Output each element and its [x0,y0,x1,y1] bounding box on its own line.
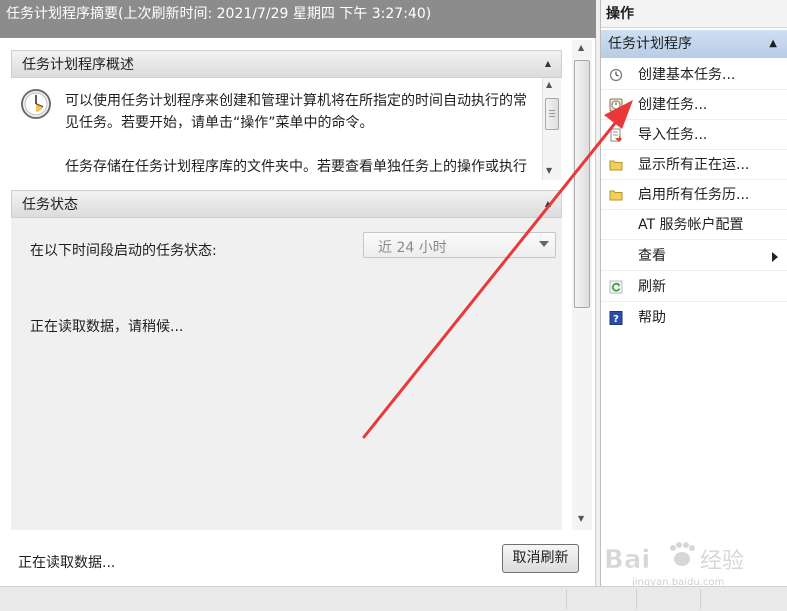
svg-text:?: ? [613,314,619,325]
folder-icon [609,160,623,171]
action-create-basic-task[interactable]: 创建基本任务... [601,60,787,90]
summary-header: 任务计划程序摘要(上次刷新时间: 2021/7/29 星期四 下午 3:27:4… [0,0,596,38]
action-label: 显示所有正在运... [638,157,750,173]
overview-paragraph: 可以使用任务计划程序来创建和管理计算机将在所指定的时间自动执行的常见任务。若要开… [65,93,527,131]
main-scrollbar[interactable]: ▲ ▼ [572,40,592,530]
overview-scrollbar[interactable]: ▲ ▼ [542,78,561,180]
actions-title: 操作 [601,0,787,28]
action-label: 创建任务... [638,97,708,113]
overview-text: 可以使用任务计划程序来创建和管理计算机将在所指定的时间自动执行的常见任务。若要开… [65,90,527,180]
action-enable-history[interactable]: 启用所有任务历... [601,180,787,210]
action-show-running[interactable]: 显示所有正在运... [601,150,787,180]
period-value: 近 24 小时 [378,240,447,256]
status-section-title: 任务状态 [22,197,78,213]
status-section-header[interactable]: 任务状态 ▲ [11,190,562,218]
status-section: 任务状态 ▲ 在以下时间段启动的任务状态: 近 24 小时 正在读取数据，请稍候… [11,190,562,530]
action-create-task[interactable]: 创建任务... [601,90,787,120]
create-basic-task-icon [609,68,623,82]
cancel-refresh-button[interactable]: 取消刷新 [502,544,579,573]
scroll-up-icon[interactable]: ▲ [578,43,584,52]
create-task-icon [609,98,623,112]
action-view[interactable]: 查看 [601,241,787,271]
watermark-brand-suffix: 经验 [700,549,744,574]
actions-pane: 操作 任务计划程序 ▲ 创建基本任务... 创建任务... 导入任务... 显示… [600,0,787,586]
action-label: AT 服务帐户配置 [638,217,744,233]
scroll-thumb[interactable] [574,60,590,308]
scroll-down-icon[interactable]: ▼ [578,514,584,523]
collapse-icon[interactable]: ▲ [541,51,555,77]
collapse-icon[interactable]: ▲ [769,30,777,58]
overview-body: 可以使用任务计划程序来创建和管理计算机将在所指定的时间自动执行的常见任务。若要开… [11,78,562,180]
action-label: 导入任务... [638,127,708,143]
scroll-thumb[interactable] [545,98,559,130]
watermark-brand: Bai [604,545,650,575]
scroll-down-icon[interactable]: ▼ [546,166,552,175]
scroll-up-icon[interactable]: ▲ [546,80,552,89]
actions-group-header[interactable]: 任务计划程序 ▲ [601,30,787,58]
period-select[interactable]: 近 24 小时 [363,232,556,258]
action-at-service-account[interactable]: AT 服务帐户配置 [601,210,787,240]
overview-section: 任务计划程序概述 ▲ 可以使用任务计划程序来创建和管理计算机将在所指定的时间自动… [11,50,562,180]
loading-text: 正在读取数据，请稍候... [30,319,184,335]
help-icon: ? [609,311,623,325]
folder-icon [609,190,623,201]
refresh-icon [609,280,623,294]
period-label: 在以下时间段启动的任务状态: [30,243,217,259]
action-label: 刷新 [638,279,666,295]
clock-icon [21,89,51,119]
action-import-task[interactable]: 导入任务... [601,120,787,150]
action-refresh[interactable]: 刷新 [601,272,787,302]
action-label: 启用所有任务历... [638,187,750,203]
action-label: 查看 [638,248,666,264]
import-task-icon [610,128,622,142]
overview-paragraph: 任务存储在任务计划程序库的文件夹中。若要查看单独任务上的操作或执行该操作，请在任… [65,159,527,175]
overview-section-title: 任务计划程序概述 [22,57,134,73]
chevron-right-icon [772,252,778,262]
action-label: 创建基本任务... [638,67,736,83]
collapse-icon[interactable]: ▲ [541,191,555,217]
chevron-down-icon [539,241,549,247]
action-help[interactable]: ? 帮助 [601,303,787,333]
window-status-bar [0,586,787,611]
summary-title: 任务计划程序摘要(上次刷新时间: 2021/7/29 星期四 下午 3:27:4… [6,6,432,22]
action-label: 帮助 [638,310,666,326]
overview-section-header[interactable]: 任务计划程序概述 ▲ [11,50,562,78]
actions-group-label: 任务计划程序 [608,36,692,52]
baidu-watermark-icon: Bai 经验 jingyan.baidu.com [604,542,744,588]
footer-status: 正在读取数据... [18,555,116,571]
